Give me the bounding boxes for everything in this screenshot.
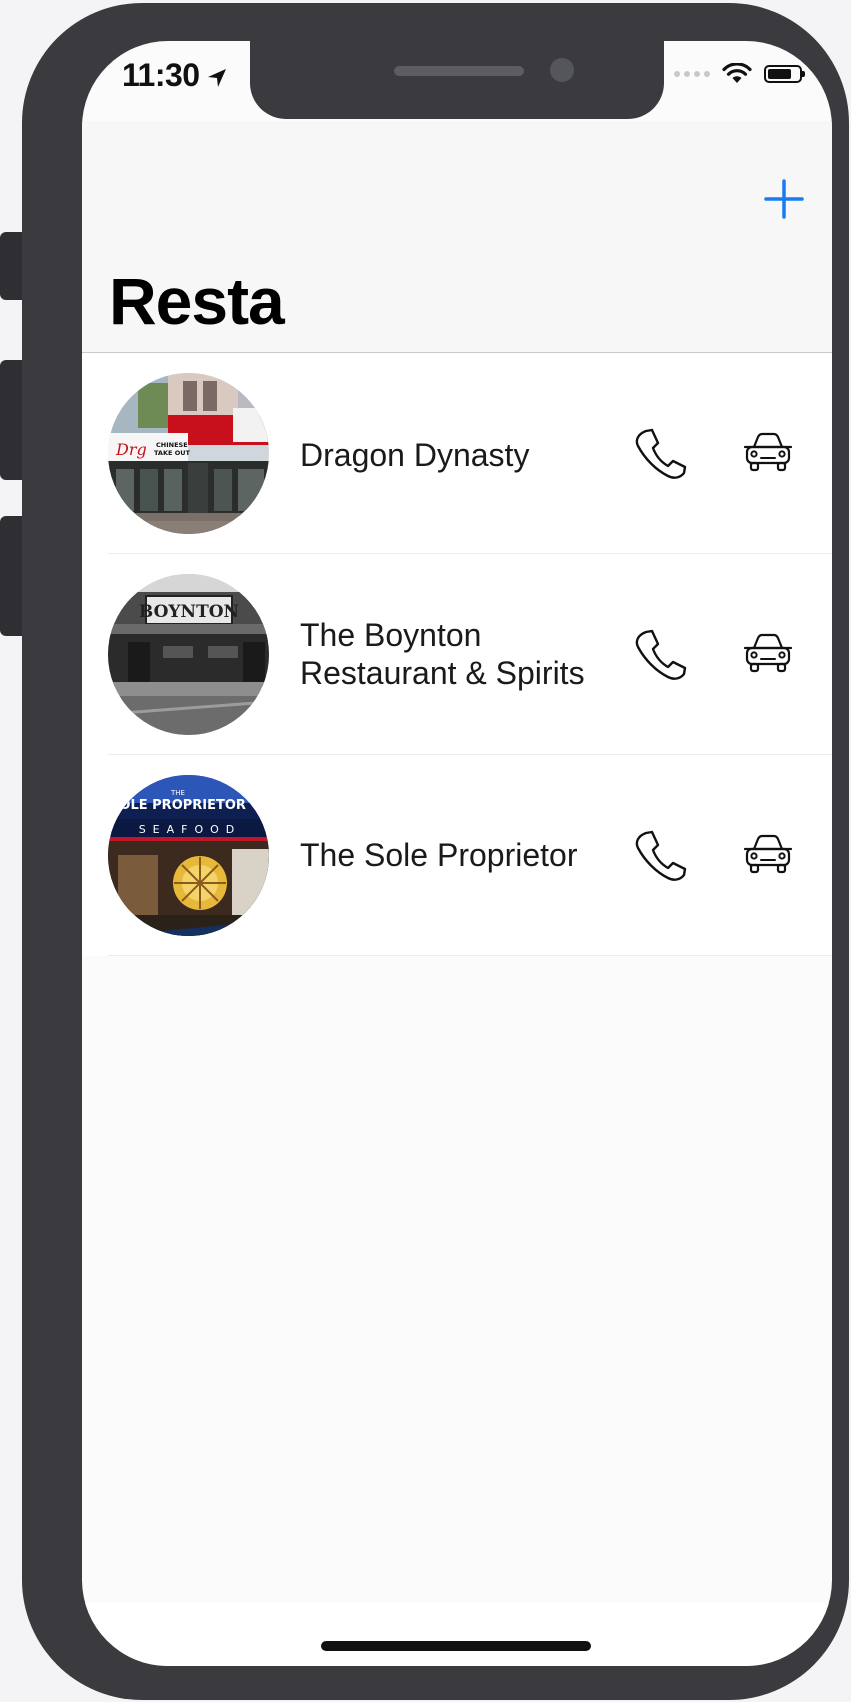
plus-icon — [764, 179, 804, 219]
sign-line-1: CHINESE — [156, 441, 188, 449]
location-arrow-icon — [208, 69, 226, 87]
status-indicators — [674, 63, 805, 85]
restaurant-photo: Drg CHINESE TAKE OUT — [108, 373, 269, 534]
restaurant-name: Dragon Dynasty — [300, 437, 530, 473]
wifi-icon — [722, 63, 752, 83]
sign-text: BOYNTON — [139, 602, 239, 622]
screen: Resta 11:30 Drg CHINESE TAKE OUT Dragon … — [82, 41, 832, 1666]
restaurant-row[interactable]: BOYNTON The Boynton Restaurant & Spirits — [82, 554, 832, 755]
battery-fill — [768, 69, 791, 79]
add-restaurant-button[interactable] — [764, 179, 804, 219]
home-indicator[interactable] — [321, 1641, 591, 1651]
restaurant-row[interactable]: THE SOLE PROPRIETOR SEAFOOD The Sole Pro… — [82, 755, 832, 956]
restaurant-row[interactable]: Drg CHINESE TAKE OUT Dragon Dynasty — [82, 353, 832, 554]
svg-text:Drg: Drg — [115, 440, 147, 459]
battery-icon — [764, 65, 805, 83]
page-title: Resta — [109, 264, 285, 338]
call-button[interactable] — [632, 827, 688, 883]
directions-button[interactable] — [742, 427, 794, 479]
directions-button[interactable] — [742, 628, 794, 680]
front-camera — [550, 58, 574, 82]
sign-line-2: SOLE PROPRIETOR — [110, 798, 246, 813]
notch — [250, 41, 664, 119]
phone-device: Resta 11:30 Drg CHINESE TAKE OUT Dragon … — [0, 0, 851, 1702]
restaurant-name: The Sole Proprietor — [300, 837, 578, 873]
directions-button[interactable] — [742, 829, 794, 881]
restaurant-name: The Boynton Restaurant & Spirits — [300, 617, 585, 691]
status-time: 11:30 — [122, 57, 200, 93]
sign-line-3: SEAFOOD — [139, 823, 242, 836]
speaker-grille — [394, 66, 524, 76]
car-icon — [743, 633, 793, 673]
car-icon — [743, 432, 793, 472]
phone-icon — [635, 428, 687, 479]
restaurant-photo: BOYNTON — [108, 574, 269, 735]
phone-icon — [635, 629, 687, 680]
safe-area-bottom — [82, 1603, 832, 1666]
call-button[interactable] — [632, 626, 688, 682]
phone-icon — [635, 830, 687, 881]
restaurant-list: Drg CHINESE TAKE OUT Dragon Dynasty BOYN… — [82, 353, 832, 956]
restaurant-photo: THE SOLE PROPRIETOR SEAFOOD — [108, 775, 269, 936]
navigation-bar: Resta — [82, 121, 832, 353]
call-button[interactable] — [632, 425, 688, 481]
sign-line-1: THE — [170, 789, 185, 797]
sign-line-2: TAKE OUT — [154, 449, 191, 457]
signal-dots-icon — [674, 71, 710, 77]
phone-frame: Resta 11:30 Drg CHINESE TAKE OUT Dragon … — [22, 3, 849, 1700]
car-icon — [743, 834, 793, 874]
